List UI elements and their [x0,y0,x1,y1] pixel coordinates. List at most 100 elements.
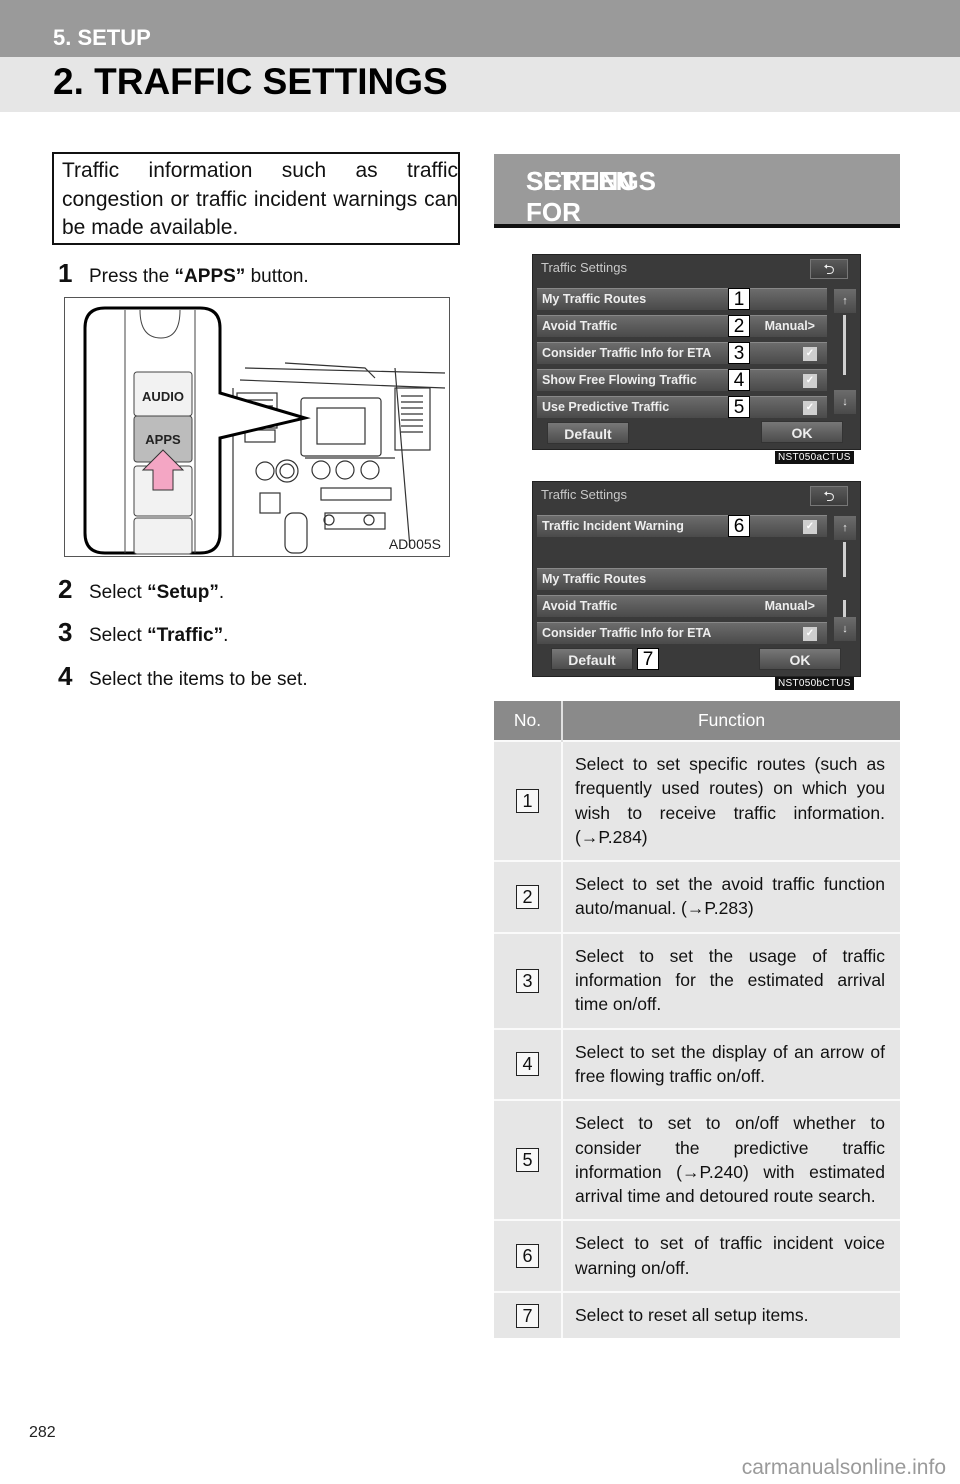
table-row: 4 Select to set the display of an arrow o… [494,1027,900,1101]
back-button[interactable]: ⮌ [810,486,848,506]
item-number: 6 [516,1244,539,1269]
item-description: Select to set of traffic incident voice … [562,1219,900,1293]
step-number: 3 [58,617,73,647]
row-show-free-flowing[interactable]: Show Free Flowing Traffic ✓ [537,369,827,391]
row-use-predictive[interactable]: Use Predictive Traffic ✓ [537,396,827,418]
back-arrow-icon: ⮌ [823,261,835,277]
item-description: Select to reset all setup items. [562,1291,900,1339]
step-2: 2 Select “Setup”. [58,574,224,605]
scroll-down-button[interactable]: ↓ [834,390,856,414]
step-keyword: “Traffic” [147,625,224,646]
row-traffic-incident-warning[interactable]: Traffic Incident Warning ✓ [537,515,827,537]
checkbox-checked-icon[interactable]: ✓ [803,374,817,388]
item-description: Select to set to on/off whether to consi… [562,1099,900,1221]
screen-title: Traffic Settings [541,487,627,502]
ok-button[interactable]: OK [759,648,841,670]
dashboard-drawing: AUDIO APPS [83,306,446,556]
step-text: Press the [89,266,175,287]
function-table: No. Function 1 Select to set specific rou… [494,701,900,1339]
item-number: 1 [516,789,539,814]
table-row: 1 Select to set specific routes (such as … [494,739,900,862]
row-avoid-traffic[interactable]: Avoid Traffic Manual> [537,595,827,617]
step-text: Select the items to be set. [89,669,308,690]
checkbox-checked-icon[interactable]: ✓ [803,627,817,641]
item-description: Select to set the display of an arrow of… [562,1027,900,1101]
item-number: 4 [516,1052,539,1077]
step-3: 3 Select “Traffic”. [58,617,228,648]
step-1: 1 Press the “APPS” button. [58,258,309,289]
table-row: 2 Select to set the avoid traffic functio… [494,860,900,933]
screen-section-title-2: SETTINGS [526,166,657,196]
row-value: Manual> [764,319,815,333]
page-number: 282 [29,1424,56,1441]
table-row: 5 Select to set to on/off whether to cons… [494,1099,900,1221]
screen-title: Traffic Settings [541,260,627,275]
watermark-link[interactable]: carmanualsonline.info [742,1456,946,1480]
checkbox-checked-icon[interactable]: ✓ [803,347,817,361]
table-row: 6 Select to set of traffic incident voice… [494,1219,900,1293]
callout-5: 5 [728,396,750,418]
scroll-up-button[interactable]: ↑ [834,289,856,313]
item-number: 5 [516,1148,539,1173]
scroll-down-button[interactable]: ↓ [834,617,856,641]
checkbox-checked-icon[interactable]: ✓ [803,520,817,534]
item-number: 2 [516,884,539,909]
row-value: Manual> [764,599,815,613]
traffic-settings-screen-b: Traffic Settings ⮌ Traffic Incident Warn… [532,481,861,677]
scrollbar-upper[interactable] [843,542,846,577]
item-description: Select to set the usage of traffic infor… [562,931,900,1029]
scroll-down-icon: ↓ [842,623,848,635]
scrollbar[interactable] [843,315,846,375]
header-no: No. [494,701,563,741]
back-button[interactable]: ⮌ [810,259,848,279]
screen-section-header: SCREEN FOR TRAFFIC SETTINGS [494,154,900,258]
screen-a-code: NST050aCTUS [775,451,854,464]
section-label: 5. SETUP [53,25,151,50]
scroll-up-icon: ↑ [842,295,848,307]
checkbox-checked-icon[interactable]: ✓ [803,401,817,415]
row-label: Consider Traffic Info for ETA [542,346,712,360]
row-my-traffic-routes[interactable]: My Traffic Routes [537,568,827,590]
item-description: Select to set the avoid traffic function… [562,860,900,933]
scroll-up-button[interactable]: ↑ [834,516,856,540]
table-header-row: No. Function [494,701,900,741]
item-number: 3 [516,968,539,993]
row-label: Avoid Traffic [542,599,618,613]
page-title: 2. TRAFFIC SETTINGS [53,61,448,102]
row-consider-traffic-eta[interactable]: Consider Traffic Info for ETA ✓ [537,622,827,644]
step-keyword: “Setup” [147,582,219,603]
audio-button-label: AUDIO [142,389,184,404]
step-text-end: . [218,582,225,603]
scroll-up-icon: ↑ [842,522,848,534]
row-label: Avoid Traffic [542,319,618,333]
row-label: Consider Traffic Info for ETA [542,626,712,640]
step-number: 1 [58,258,73,288]
dashboard-illustration: AUDIO APPS AD005S [64,297,450,557]
default-button[interactable]: Default [547,422,629,444]
scrollbar-lower[interactable] [843,600,846,618]
row-label: My Traffic Routes [542,292,647,306]
step-text-end: button. [245,266,309,287]
default-button[interactable]: Default [551,648,633,670]
illustration-code: AD005S [388,536,441,552]
step-text: Select [89,582,148,603]
row-avoid-traffic[interactable]: Avoid Traffic Manual> [537,315,827,337]
row-consider-traffic-eta[interactable]: Consider Traffic Info for ETA ✓ [537,342,827,364]
item-number: 7 [516,1303,539,1328]
callout-7: 7 [637,648,659,670]
row-my-traffic-routes[interactable]: My Traffic Routes [537,288,827,310]
callout-6: 6 [728,515,750,537]
callout-2: 2 [728,315,750,337]
table-row: 7 Select to reset all setup items. [494,1291,900,1339]
step-text-end: . [223,625,229,646]
row-label: My Traffic Routes [542,572,647,586]
header-function: Function [562,701,900,741]
apps-button-label: APPS [145,432,181,447]
step-keyword: “APPS” [174,266,246,287]
screen-b-code: NST050bCTUS [775,677,854,690]
ok-button[interactable]: OK [761,421,843,443]
step-4: 4 Select the items to be set. [58,661,308,692]
traffic-settings-screen-a: Traffic Settings ⮌ My Traffic Routes Avo… [532,254,861,450]
scroll-down-icon: ↓ [842,396,848,408]
callout-1: 1 [728,288,750,310]
